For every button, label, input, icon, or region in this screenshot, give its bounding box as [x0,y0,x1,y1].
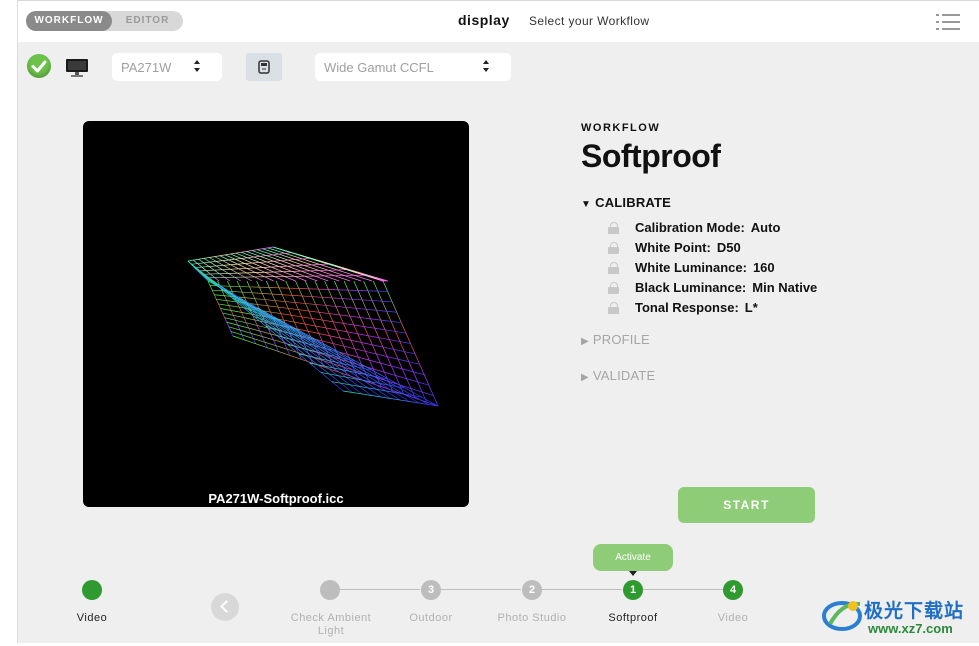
step-connector [643,589,723,590]
step-dot-video-2[interactable]: 4 [723,580,743,600]
setting-name: Calibration Mode: [635,220,745,235]
monitor-icon[interactable] [64,54,90,80]
profile-section-label: PROFILE [592,332,650,347]
workflow-title: Softproof [581,138,721,174]
watermark-url: www.xz7.com [868,621,953,636]
triangle-right-icon: ▶ [581,336,589,347]
step-connector [542,589,622,590]
step-dot-softproof[interactable]: 1 [623,580,643,600]
app-subtitle: Select your Workflow [529,14,650,28]
watermark-logo-icon [822,601,862,631]
triangle-down-icon: ▼ [581,199,592,210]
lock-icon [608,282,620,294]
step-dot-outdoor[interactable]: 3 [421,580,441,600]
setting-row: White Point: D50 [635,240,741,255]
watermark: 极光下载站 www.xz7.com [820,590,979,640]
step-label-photo-studio: Photo Studio [497,612,567,624]
setting-name: White Point: [635,240,711,255]
setting-name: Black Luminance: [635,280,747,295]
back-arrow-icon[interactable] [211,593,239,621]
calibrate-section-toggle[interactable]: ▼ CALIBRATE [581,195,671,210]
display-select[interactable]: PA271W [112,53,222,81]
gamut-wireframe [187,246,439,407]
app-title: display [458,12,510,28]
lock-icon [608,222,620,234]
validate-section-toggle[interactable]: ▶ VALIDATE [581,368,655,383]
list-menu-icon[interactable] [936,12,960,32]
editor-mode-button[interactable]: EDITOR [112,11,183,31]
setting-name: White Luminance: [635,260,747,275]
validate-section-label: VALIDATE [592,368,656,383]
workflow-label: WORKFLOW [581,122,661,134]
step-label-video: Video [76,612,108,624]
display-select-value: PA271W [121,60,172,75]
top-bar: WORKFLOW EDITOR display Select your Work… [18,0,979,42]
select-arrows-icon [194,59,202,75]
lock-icon [608,302,620,314]
gamut-preview: PA271W-Softproof.icc [83,121,469,507]
profile-filename: PA271W-Softproof.icc [208,491,344,506]
watermark-name: 极光下载站 [864,601,965,622]
sensor-button[interactable] [246,53,282,81]
setting-value: L* [744,300,758,315]
activate-tooltip[interactable]: Activate [593,544,673,576]
setting-row: Calibration Mode: Auto [635,220,780,235]
step-label-outdoor: Outdoor [409,612,453,624]
mode-toggle: WORKFLOW EDITOR [26,11,183,31]
lock-icon [608,262,620,274]
setting-name: Tonal Response: [635,300,739,315]
technology-select-value: Wide Gamut CCFL [324,60,434,75]
start-button[interactable]: START [678,487,815,523]
triangle-right-icon: ▶ [581,372,589,383]
app-window: WORKFLOW EDITOR display Select your Work… [17,0,979,643]
setting-value: Auto [750,220,781,235]
step-connector [340,589,420,590]
setting-value: Min Native [752,280,818,295]
setting-row: Black Luminance: Min Native [635,280,817,295]
lock-icon [608,242,620,254]
colorimeter-icon [258,60,270,74]
step-label-softproof: Softproof [608,612,658,624]
setting-row: White Luminance: 160 [635,260,775,275]
step-dot-video[interactable] [82,580,102,600]
profile-section-toggle[interactable]: ▶ PROFILE [581,332,650,347]
checkmark-icon [27,54,51,78]
step-dot-check-ambient[interactable] [320,580,340,600]
step-connector [441,589,521,590]
select-arrows-icon [483,59,491,75]
technology-select[interactable]: Wide Gamut CCFL [315,53,511,81]
step-label-check-ambient: Check Ambient Light [290,612,372,637]
setting-row: Tonal Response: L* [635,300,758,315]
setting-value: 160 [752,260,775,275]
step-dot-photo-studio[interactable]: 2 [522,580,542,600]
setting-value: D50 [716,240,741,255]
workflow-mode-button[interactable]: WORKFLOW [26,11,112,31]
calibrate-section-label: CALIBRATE [595,195,672,210]
step-label-video-2: Video [717,612,749,624]
device-toolbar: PA271W Wide Gamut CCFL [18,48,979,84]
